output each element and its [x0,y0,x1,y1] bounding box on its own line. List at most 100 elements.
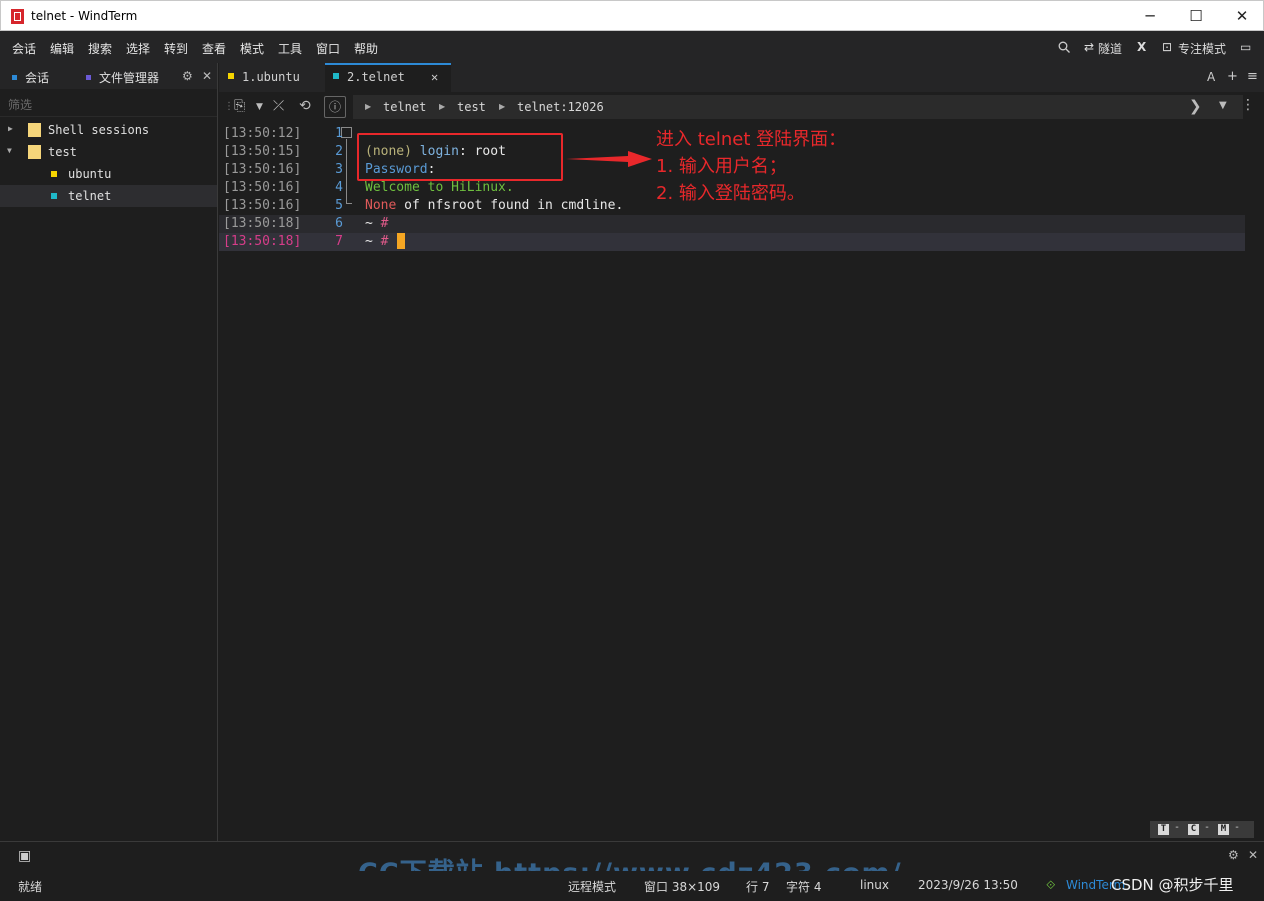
mode-key: T [1158,824,1169,835]
line-timestamp: [13:50:16] [223,198,302,213]
tree-item-shell-sessions[interactable]: ▶ Shell sessions [0,119,217,141]
menu-bar: 会话 编辑 搜索 选择 转到 查看 模式 工具 窗口 帮助 ⇄ 隧道 X ⊡ 专… [0,31,1264,63]
sessions-square-icon [12,75,17,80]
text-segment: Welcome to HiLinux. [365,180,514,195]
menu-help[interactable]: 帮助 [354,40,378,57]
chevron-down-icon[interactable]: ▼ [1219,100,1227,111]
folder-icon [28,123,41,137]
line-text: ~ # [365,234,388,249]
line-timestamp: [13:50:18] [223,234,302,249]
annotation-text: 进入 telnet 登陆界面： 1. 输入用户名； 2. 输入登陆密码。 [656,126,846,207]
chevron-right-icon[interactable]: ❯ [1189,97,1202,115]
file-manager-square-icon [86,75,91,80]
breadcrumb-item[interactable]: test [457,100,486,114]
gear-icon[interactable]: ⚙ [182,69,193,83]
close-tab-icon[interactable]: ✕ [431,70,438,84]
tab-file-manager[interactable]: 文件管理器 [86,69,159,86]
session-color-icon [51,193,57,199]
menu-view[interactable]: 查看 [202,40,226,57]
focus-mode-button[interactable]: 专注模式 [1178,40,1226,57]
grip-icon: ⋮ [224,101,234,112]
text-segment: of nfsroot found in cmdline. [396,198,624,213]
status-line: 行 7 [746,880,770,894]
tab-ubuntu[interactable]: 1.ubuntu [219,63,324,92]
window-title: telnet - WindTerm [31,9,138,23]
text-segment: ~ [365,216,381,231]
menu-window[interactable]: 窗口 [316,40,340,57]
session-color-icon [51,171,57,177]
menu-search[interactable]: 搜索 [88,40,112,57]
maximize-button[interactable]: ☐ [1173,1,1219,31]
tree-item-label: Shell sessions [48,123,150,137]
duplicate-icon[interactable]: ⟲ [299,98,311,114]
status-char: 字符 4 [786,880,822,894]
new-session-icon[interactable]: ⎘ [234,98,245,114]
menu-mode[interactable]: 模式 [240,40,264,57]
terminal-view[interactable]: [13:50:12] 1 [13:50:15] 2 (none) login: … [219,122,1264,840]
annotation-line: 2. 输入登陆密码。 [656,183,805,204]
breadcrumb-item[interactable]: telnet [383,100,426,114]
mode-separator: - [1234,822,1241,833]
tunnel-icon: ⇄ [1084,40,1095,54]
status-remote-mode[interactable]: 远程模式 [568,878,616,895]
more-options-icon[interactable]: ⋮ [1241,97,1255,113]
line-text: None of nfsroot found in cmdline. [365,198,623,213]
disconnect-icon[interactable]: ⤫ [273,98,284,114]
status-bar: 就绪 远程模式 窗口 38×109 行 7 字符 4 linux 2023/9/… [0,871,1264,901]
text-segment: # [380,216,389,231]
tab-bar: 1.ubuntu 2.telnet ✕ A + ≡ [219,63,1264,92]
focus-icon: ⊡ [1162,40,1173,54]
annotation-highlight-box [357,133,563,181]
menu-select[interactable]: 选择 [126,40,150,57]
line-timestamp: [13:50:18] [223,216,302,231]
line-timestamp: [13:50:12] [223,126,302,141]
panel-layout-icon[interactable]: ▭ [1240,40,1251,54]
panel-icon[interactable]: ▣ [18,848,31,864]
mode-indicator[interactable]: T - C - M - [1150,821,1254,838]
minimize-button[interactable]: ─ [1127,1,1173,31]
terminal-cursor [397,233,405,249]
terminal-line: [13:50:18] 6 ~ # [219,215,1245,233]
line-text: ~ # [365,216,388,231]
breadcrumb: ▶ telnet ▶ test ▶ telnet:12026 ❯ ▼ [353,95,1243,119]
chevron-right-icon: ▶ [8,124,13,133]
mode-key: C [1188,824,1199,835]
x-button[interactable]: X [1137,40,1146,54]
filter-input[interactable]: 筛选 [0,89,217,117]
menu-goto[interactable]: 转到 [164,40,188,57]
tunnel-button[interactable]: 隧道 [1098,40,1122,57]
tree-item-ubuntu[interactable]: ubuntu [0,163,217,185]
text-segment: # [380,234,389,249]
tree-item-telnet[interactable]: telnet [0,185,217,207]
line-text: Welcome to HiLinux. [365,180,514,195]
menu-edit[interactable]: 编辑 [50,40,74,57]
gear-icon[interactable]: ⚙ [1228,848,1239,862]
line-number: 7 [335,234,343,249]
folder-icon [28,145,41,159]
close-panel-icon[interactable]: ✕ [202,69,212,83]
mode-separator: - [1204,822,1211,833]
tree-item-label: ubuntu [68,167,112,181]
annotation-line: 1. 输入用户名； [656,156,787,177]
chevron-right-icon: ▶ [365,102,372,111]
chevron-right-icon: ▶ [499,102,506,111]
close-window-button[interactable]: ✕ [1219,1,1264,31]
info-icon[interactable]: ⓘ [324,96,346,118]
search-icon[interactable] [1058,41,1070,53]
tab-sessions[interactable]: 会话 [12,69,49,86]
close-panel-icon[interactable]: ✕ [1248,848,1258,862]
tab-telnet[interactable]: 2.telnet ✕ [325,63,451,92]
status-datetime: 2023/9/26 13:50 [918,878,1018,892]
menu-tools[interactable]: 工具 [278,40,302,57]
tab-list-icon[interactable]: ≡ [1247,69,1258,84]
breadcrumb-item[interactable]: telnet:12026 [517,100,604,114]
windterm-logo-icon [11,9,24,24]
new-tab-icon[interactable]: + [1227,69,1238,84]
sessions-panel: 会话 文件管理器 ⚙ ✕ 筛选 ▶ Shell sessions ▼ test … [0,63,218,841]
font-size-icon[interactable]: A [1207,70,1215,84]
menu-session[interactable]: 会话 [12,40,36,57]
tree-item-test[interactable]: ▼ test [0,141,217,163]
chevron-down-icon[interactable]: ▼ [256,102,263,112]
status-os: linux [860,878,889,892]
line-number: 3 [335,162,343,177]
